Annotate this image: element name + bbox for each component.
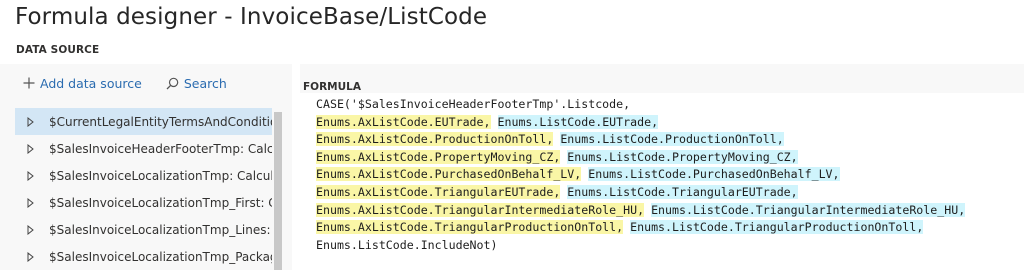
source-enum-token: Enums.AxListCode.TriangularProductionOnT… — [316, 220, 617, 235]
expand-caret-icon[interactable] — [25, 143, 35, 154]
target-enum-token: Enums.ListCode.EUTrade — [497, 114, 652, 129]
expand-caret-icon[interactable] — [25, 197, 35, 208]
tree-item-label: $SalesInvoiceLocalizationTmp_Lines: Ca — [49, 222, 272, 237]
source-enum-token: Enums.AxListCode.TriangularEUTrade — [316, 184, 554, 199]
add-data-source-label: Add data source — [40, 75, 142, 91]
target-enum-token: Enums.ListCode.ProductionOnToll — [560, 132, 777, 147]
tree-scrollbar[interactable] — [274, 112, 282, 270]
tree-item-label: $SalesInvoiceLocalizationTmp_First: Cal — [49, 195, 272, 210]
code-line: Enums.AxListCode.PurchasedOnBehalf_LV, E… — [316, 167, 840, 182]
target-enum-token: Enums.ListCode.PurchasedOnBehalf_LV — [588, 167, 833, 182]
tree-item[interactable]: $SalesInvoiceLocalizationTmp: Calculate — [15, 162, 272, 189]
formula-label: FORMULA — [303, 81, 361, 93]
code-line: Enums.AxListCode.TriangularIntermediateR… — [316, 202, 966, 217]
source-enum-token: Enums.AxListCode.TriangularIntermediateR… — [316, 202, 638, 217]
expand-caret-icon[interactable] — [25, 170, 35, 181]
code-line: Enums.AxListCode.ProductionOnToll, Enums… — [316, 132, 784, 147]
data-source-label: DATA SOURCE — [16, 44, 100, 56]
tree-item[interactable]: $CurrentLegalEntityTermsAndCondition — [15, 108, 272, 135]
code-line: CASE('$SalesInvoiceHeaderFooterTmp'.List… — [316, 96, 965, 114]
expand-caret-icon[interactable] — [25, 224, 35, 235]
data-source-tree: $CurrentLegalEntityTermsAndCondition $Sa… — [15, 108, 272, 270]
formula-code[interactable]: CASE('$SalesInvoiceHeaderFooterTmp'.List… — [316, 96, 966, 255]
source-enum-token: Enums.AxListCode.EUTrade — [316, 114, 484, 129]
page-title: Formula designer - InvoiceBase/ListCode — [15, 4, 488, 30]
tree-item-label: $CurrentLegalEntityTermsAndCondition — [49, 114, 272, 129]
expand-caret-icon[interactable] — [25, 251, 35, 262]
tree-item[interactable]: $SalesInvoiceLocalizationTmp_Package: — [15, 243, 272, 270]
tree-item[interactable]: $SalesInvoiceLocalizationTmp_First: Cal — [15, 189, 272, 216]
code-line: Enums.AxListCode.TriangularEUTrade, Enum… — [316, 184, 798, 199]
target-enum-token: Enums.ListCode.TriangularIntermediateRol… — [651, 202, 959, 217]
code-text: CASE('$SalesInvoiceHeaderFooterTmp'.List… — [316, 97, 631, 111]
search-icon — [166, 76, 180, 90]
search-button[interactable]: Search — [166, 76, 227, 91]
source-enum-token: Enums.AxListCode.PropertyMoving_CZ — [316, 149, 554, 164]
target-enum-token: Enums.ListCode.TriangularProductionOnTol… — [630, 220, 917, 235]
code-text: Enums.ListCode.IncludeNot) — [316, 237, 498, 252]
tree-item-label: $SalesInvoiceLocalizationTmp: Calculate — [49, 168, 272, 183]
source-enum-token: Enums.AxListCode.PurchasedOnBehalf_LV — [316, 167, 575, 182]
code-line: Enums.AxListCode.TriangularProductionOnT… — [316, 220, 924, 235]
plus-icon — [22, 76, 36, 90]
tree-item-label: $SalesInvoiceHeaderFooterTmp: Calcula — [49, 141, 272, 156]
code-line: Enums.AxListCode.EUTrade, Enums.ListCode… — [316, 114, 659, 129]
search-label: Search — [183, 75, 227, 91]
data-source-toolbar: Add data source Search — [22, 74, 251, 92]
target-enum-token: Enums.ListCode.TriangularEUTrade — [567, 184, 791, 199]
target-enum-token: Enums.ListCode.PropertyMoving_CZ — [567, 149, 791, 164]
tree-item-label: $SalesInvoiceLocalizationTmp_Package: — [49, 249, 272, 264]
tree-item[interactable]: $SalesInvoiceLocalizationTmp_Lines: Ca — [15, 216, 272, 243]
scrollbar-thumb[interactable] — [274, 112, 282, 270]
code-line: Enums.ListCode.IncludeNot) — [316, 237, 965, 255]
code-line: Enums.AxListCode.PropertyMoving_CZ, Enum… — [316, 149, 798, 164]
expand-caret-icon[interactable] — [25, 116, 35, 127]
source-enum-token: Enums.AxListCode.ProductionOnToll — [316, 132, 547, 147]
add-data-source-button[interactable]: Add data source — [22, 76, 142, 91]
tree-item[interactable]: $SalesInvoiceHeaderFooterTmp: Calcula — [15, 135, 272, 162]
